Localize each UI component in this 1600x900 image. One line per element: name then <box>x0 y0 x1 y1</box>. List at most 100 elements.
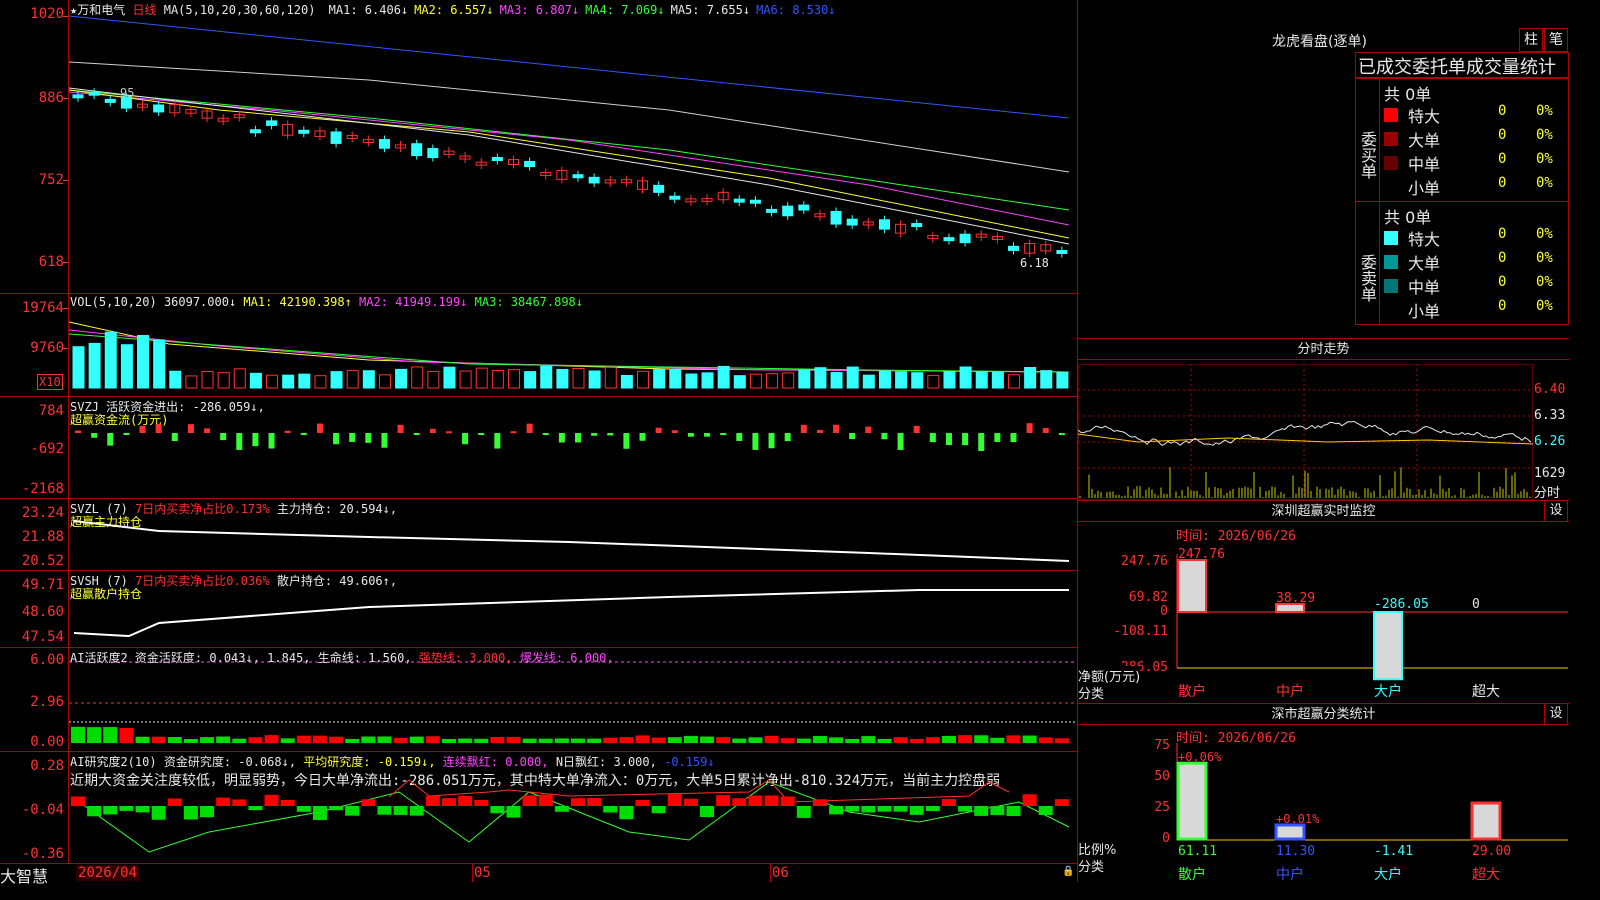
ai2-bar <box>780 796 795 806</box>
ai1-bar <box>1038 737 1053 743</box>
ai1-bar <box>990 737 1005 743</box>
vol-bar <box>1040 370 1053 389</box>
ai1-bar <box>87 727 102 743</box>
candle <box>911 223 923 228</box>
intraday-chart[interactable] <box>1078 364 1533 500</box>
ai1-bar <box>71 726 85 743</box>
volume-pane[interactable]: VOL(5,10,20) 36097.000↓ MA1: 42190.398↑ … <box>0 294 1077 397</box>
fs-vol-unit: 分时 <box>1534 486 1561 501</box>
ai2-bar <box>1022 794 1037 806</box>
svzl-axis-2: 21.88 <box>21 529 64 545</box>
candlestick-chart[interactable] <box>69 0 1076 294</box>
vol-bar <box>733 375 746 389</box>
ai2-bar <box>312 806 327 820</box>
svzj-pane[interactable]: SVZJ 活跃资金进出: -286.059↓, 超赢资金流(万元) 784 -6… <box>0 397 1077 499</box>
sz-stats-settings-button[interactable]: 设 <box>1544 703 1568 725</box>
ai2-red-line <box>388 779 1010 803</box>
szs-delta: +0.01% <box>1276 812 1320 826</box>
svzj-chart[interactable] <box>69 397 1076 498</box>
svzj-bar <box>284 430 291 433</box>
svzj-bar <box>268 433 275 449</box>
svzj-bar <box>736 433 743 441</box>
candle <box>733 198 745 203</box>
ai-activity-chart[interactable] <box>69 648 1076 751</box>
candle <box>72 94 84 99</box>
candle <box>959 233 971 244</box>
sell-name: 大单 <box>1408 254 1441 273</box>
vol-bar <box>330 371 343 389</box>
brand-label: 大智慧 <box>0 867 49 886</box>
sell-name: 中单 <box>1408 278 1441 297</box>
svzj-bar <box>526 423 533 433</box>
vol-bar <box>395 368 408 389</box>
vol-bar <box>185 375 198 389</box>
candle <box>943 237 955 242</box>
vol-bar <box>411 366 424 389</box>
svzj-bar <box>849 433 856 440</box>
ai1-bar <box>183 738 198 743</box>
ai1-bar <box>974 735 989 743</box>
candle <box>88 91 100 96</box>
ai1-axis-1: 6.00 <box>30 652 64 668</box>
svzl-chart[interactable] <box>69 499 1076 570</box>
candle <box>427 148 439 159</box>
ai2-bar <box>1038 806 1053 816</box>
ai2-bar <box>458 796 473 806</box>
szm-category: 大户 <box>1374 683 1402 700</box>
candle <box>749 199 761 204</box>
szs-xlabel: 分类 <box>1078 860 1105 875</box>
candle <box>378 139 390 149</box>
fs-axis-3: 6.26 <box>1534 434 1566 449</box>
longhu-tabs[interactable]: 已成交委托单成交量统计 <box>1355 52 1569 78</box>
ai2-bar <box>925 806 940 812</box>
svzl-pane[interactable]: SVZL (7) 7日内买卖净占比0.173% 主力持仓: 20.594↓, 超… <box>0 499 1077 571</box>
svsh-pane[interactable]: SVSH (7) 7日内买卖净占比0.036% 散户持仓: 49.606↑, 超… <box>0 571 1077 648</box>
svzj-bar <box>155 424 162 433</box>
vol-bar <box>798 369 811 389</box>
ai2-line <box>78 781 1070 853</box>
lock-icon[interactable]: 🔒 <box>1062 866 1074 877</box>
sell-count: 0 <box>1498 250 1507 266</box>
high-price-label: 95 <box>120 86 135 100</box>
buy-name: 中单 <box>1408 155 1441 174</box>
bar-view-button[interactable]: 柱 <box>1519 28 1543 52</box>
last-price-label: 6.18 <box>1020 256 1049 270</box>
szs-category: 中户 <box>1276 866 1304 882</box>
ai1-bar <box>958 735 973 743</box>
vol-bar <box>201 370 214 389</box>
sz-monitor-chart: 247.76 散户 38.29 中户 -286.05 大户 0 超大 <box>1176 547 1568 700</box>
buy-total: 共 0单 <box>1384 85 1432 104</box>
volume-chart[interactable] <box>69 294 1076 396</box>
candle <box>298 129 310 134</box>
sz-monitor-settings-button[interactable]: 设 <box>1544 500 1568 522</box>
svzj-bar <box>800 424 807 433</box>
ai1-bar <box>490 737 505 743</box>
ai2-bar <box>990 806 1005 816</box>
ai-research-chart[interactable] <box>69 752 1076 863</box>
price-axis-2: 886 <box>38 90 64 106</box>
ai1-bar <box>345 738 360 743</box>
ai1-bar <box>409 736 424 743</box>
szs-axis-3: 25 <box>1154 800 1170 815</box>
szs-category: 超大 <box>1472 867 1500 882</box>
ai-research-pane[interactable]: AI研究度2(10) 资金研究度: -0.068↓, 平均研究度: -0.159… <box>0 752 1077 864</box>
svzj-bar <box>962 433 969 446</box>
svzj-bar <box>623 433 630 449</box>
kline-pane[interactable]: ★万和电气 日线 MA(5,10,20,30,60,120) MA1: 6.40… <box>0 0 1077 294</box>
tick-view-button[interactable]: 笔 <box>1544 28 1568 52</box>
ai1-bar <box>200 737 215 743</box>
ai1-bar <box>425 736 440 743</box>
svsh-chart[interactable] <box>69 571 1076 647</box>
ai1-bar <box>812 735 827 743</box>
vol-bar <box>266 374 279 389</box>
intraday-panel[interactable]: 分时走势 6.40 6.33 6.26 1629 分时 <box>1077 338 1569 501</box>
ai1-bar <box>571 738 585 743</box>
szm-bar-2 <box>1373 611 1403 681</box>
vol-bar <box>249 372 262 389</box>
sell-pct: 0% <box>1536 298 1553 314</box>
ai-activity-pane[interactable]: AI活跃度2 资金活跃度: 0.043↓, 1.845, 生命线: 1.560,… <box>0 648 1077 752</box>
szm-axis-2: 69.82 <box>1128 590 1168 605</box>
ai1-bar <box>732 738 747 743</box>
szs-bar-1 <box>1274 823 1306 841</box>
vol-ma1-line <box>69 321 1070 373</box>
